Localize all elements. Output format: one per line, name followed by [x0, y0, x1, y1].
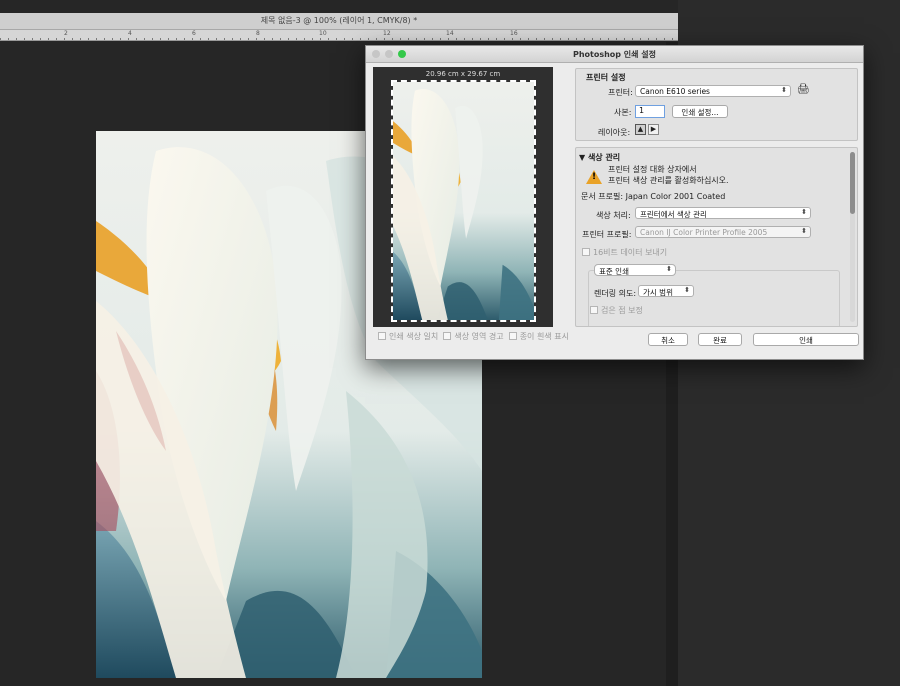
printer-select[interactable]: Canon E610 series ⬍ — [635, 85, 791, 97]
ruler-label: 4 — [128, 30, 132, 37]
rendering-intent-select[interactable]: 가시 범위 ⬍ — [638, 285, 694, 297]
document-titlebar[interactable]: 제목 없음-3 @ 100% (레이어 1, CMYK/8) * — [0, 13, 678, 30]
preview-dimensions: 20.96 cm x 29.67 cm — [425, 70, 501, 78]
preview-options: 인쇄 색상 일치 색상 영역 경고 종이 흰색 표시 — [378, 331, 569, 342]
print-settings-button[interactable]: 인쇄 설정... — [672, 105, 728, 118]
ruler-label: 10 — [319, 30, 327, 37]
color-handling-select[interactable]: 프린터에서 색상 관리 ⬍ — [635, 207, 811, 219]
printer-label: 프린터: — [608, 88, 633, 97]
printer-profile-label: 프린터 프로필: — [582, 230, 632, 239]
printer-select-value: Canon E610 series — [640, 87, 710, 96]
gamut-warning-label: 색상 영역 경고 — [454, 332, 504, 341]
disclosure-triangle-icon: ▼ — [579, 153, 588, 162]
chevron-updown-icon: ⬍ — [666, 265, 672, 273]
match-print-colors-label: 인쇄 색상 일치 — [389, 332, 439, 341]
cancel-button[interactable]: 취소 — [648, 333, 688, 346]
ruler-label: 12 — [383, 30, 391, 37]
ruler-label: 2 — [64, 30, 68, 37]
chevron-updown-icon: ⬍ — [684, 286, 690, 294]
landscape-layout-icon[interactable]: ▶ — [648, 124, 659, 135]
print-button[interactable]: 인쇄 — [753, 333, 859, 346]
send-16bit-label: 16비트 데이터 보내기 — [593, 248, 668, 257]
scroll-thumb[interactable] — [850, 152, 855, 214]
print-preview: 20.96 cm x 29.67 cm — [373, 67, 553, 327]
dialog-title: Photoshop 인쇄 설정 — [572, 50, 657, 59]
chevron-updown-icon: ⬍ — [801, 227, 807, 235]
printer-settings-icon[interactable]: 🖨 — [797, 84, 810, 95]
printer-profile-select[interactable]: Canon IJ Color Printer Profile 2005 ⬍ — [635, 226, 811, 238]
color-handling-label: 색상 처리: — [596, 211, 631, 220]
dialog-titlebar[interactable]: Photoshop 인쇄 설정 — [366, 46, 863, 63]
black-point-label: 검은 점 보정 — [601, 306, 643, 315]
warning-line-1: 프린터 설정 대화 상자에서 — [608, 165, 697, 174]
rendering-intent-label: 렌더링 의도: — [594, 289, 637, 298]
copies-field[interactable]: 1 — [635, 105, 665, 118]
color-management-header[interactable]: ▼ 색상 관리 — [579, 152, 620, 163]
printer-setup-header: 프린터 설정 — [586, 73, 626, 82]
panel-scrollbar[interactable] — [850, 152, 855, 322]
black-point-checkbox[interactable] — [590, 306, 598, 314]
document-title: 제목 없음-3 @ 100% (레이어 1, CMYK/8) * — [260, 16, 418, 25]
color-management-panel: ▼ 색상 관리 ! 프린터 설정 대화 상자에서 프린터 색상 관리를 활성화하… — [575, 147, 858, 327]
document-profile: 문서 프로필: Japan Color 2001 Coated — [581, 192, 726, 201]
copies-label: 사본: — [614, 108, 632, 117]
print-settings-dialog: Photoshop 인쇄 설정 20.96 cm x 29.67 cm 인쇄 색… — [365, 45, 864, 360]
color-handling-value: 프린터에서 색상 관리 — [640, 210, 707, 219]
ruler-label: 6 — [192, 30, 196, 37]
layout-label: 레이아웃: — [598, 128, 631, 137]
ruler-label: 14 — [446, 30, 454, 37]
send-16bit-checkbox[interactable] — [582, 248, 590, 256]
portrait-layout-icon[interactable]: ▲ — [635, 124, 646, 135]
paper-white-checkbox[interactable] — [508, 332, 517, 340]
black-point-option[interactable]: 검은 점 보정 — [590, 305, 643, 316]
printer-setup-panel: 프린터 설정 프린터: Canon E610 series ⬍ 🖨 사본: 1 … — [575, 68, 858, 141]
ruler-label: 16 — [510, 30, 518, 37]
chevron-updown-icon: ⬍ — [781, 86, 787, 94]
normal-print-value: 표준 인쇄 — [599, 267, 629, 276]
warning-line-2: 프린터 색상 관리를 활성화하십시오. — [608, 176, 729, 185]
rendering-intent-value: 가시 범위 — [643, 288, 673, 297]
warning-icon: ! — [586, 170, 602, 184]
color-management-title: 색상 관리 — [587, 153, 621, 162]
normal-print-select[interactable]: 표준 인쇄 ⬍ — [594, 264, 676, 276]
ruler-label: 8 — [256, 30, 260, 37]
ruler-labels: 2 4 6 8 10 12 14 16 — [0, 30, 678, 38]
chevron-updown-icon: ⬍ — [801, 208, 807, 216]
preview-thumbnail[interactable] — [391, 80, 536, 322]
gamut-warning-checkbox[interactable] — [443, 332, 452, 340]
done-button[interactable]: 완료 — [698, 333, 742, 346]
horizontal-ruler[interactable]: 2 4 6 8 10 12 14 16 — [0, 30, 678, 41]
match-print-colors-checkbox[interactable] — [378, 332, 386, 340]
paper-white-label: 종이 흰색 표시 — [519, 332, 569, 341]
printer-profile-value: Canon IJ Color Printer Profile 2005 — [640, 228, 768, 237]
send-16bit-option[interactable]: 16비트 데이터 보내기 — [582, 247, 667, 258]
